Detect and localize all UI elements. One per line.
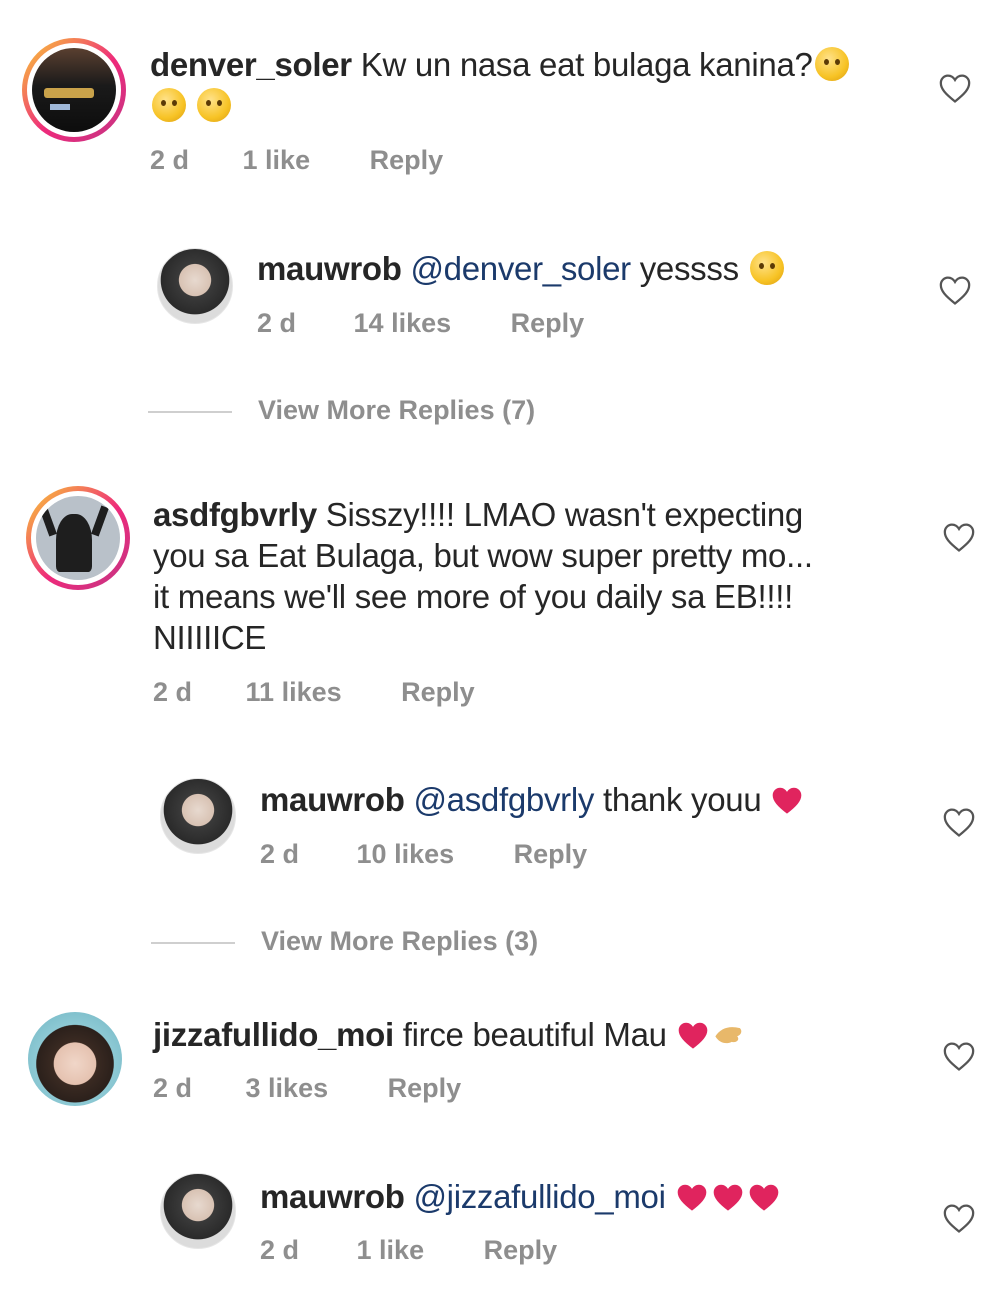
username[interactable]: mauwrob (257, 250, 402, 287)
comment-meta: 2 d 1 like Reply (150, 145, 443, 176)
view-more-replies-button[interactable]: View More Replies (3) (151, 926, 538, 957)
avatar[interactable] (22, 38, 126, 142)
heart-emoji-icon (772, 787, 802, 814)
likes-count[interactable]: 10 likes (357, 839, 455, 870)
comment-body: Kw un nasa eat bulaga kanina? (360, 46, 813, 83)
heart-outline-icon[interactable] (942, 1202, 976, 1234)
reply-button[interactable]: Reply (370, 145, 444, 176)
smiling-face-icon (814, 47, 849, 81)
username[interactable]: jizzafullido_moi (153, 1016, 394, 1053)
comment-body: firce beautiful Mau (402, 1016, 667, 1053)
comment-meta: 2 d 10 likes Reply (260, 839, 587, 870)
heart-outline-icon[interactable] (938, 72, 972, 104)
timestamp: 2 d (150, 145, 190, 175)
likes-count[interactable]: 14 likes (354, 308, 452, 339)
smiling-face-icon (152, 88, 186, 122)
comment-text: denver_soler Kw un nasa eat bulaga kanin… (150, 44, 910, 126)
username[interactable]: mauwrob (260, 1178, 405, 1215)
timestamp: 2 d (153, 677, 193, 707)
reply-button[interactable]: Reply (514, 839, 588, 870)
divider (148, 410, 232, 413)
view-more-replies-button[interactable]: View More Replies (7) (148, 395, 535, 426)
avatar[interactable] (157, 248, 233, 324)
comment-text: jizzafullido_moi firce beautiful Mau (153, 1014, 913, 1055)
avatar[interactable] (160, 1173, 236, 1249)
mention-link[interactable]: @asdfgbvrly (413, 781, 594, 818)
comment-meta: 2 d 11 likes Reply (153, 677, 475, 708)
mention-link[interactable]: @jizzafullido_moi (413, 1178, 665, 1215)
mention-link[interactable]: @denver_soler (410, 250, 631, 287)
comment-body: thank youu (602, 781, 762, 818)
comment-text: mauwrob @jizzafullido_moi (260, 1176, 900, 1217)
comment-text: mauwrob @denver_soler yessss (257, 248, 897, 289)
heart-emoji-icon (749, 1184, 778, 1211)
hug-face-icon (749, 251, 784, 285)
likes-count[interactable]: 1 like (243, 145, 311, 176)
comment-body-line4: NIIIIICE (153, 619, 267, 656)
timestamp: 2 d (257, 308, 297, 338)
avatar[interactable] (160, 778, 236, 854)
heart-outline-icon[interactable] (942, 521, 976, 553)
timestamp: 2 d (153, 1073, 193, 1103)
username[interactable]: mauwrob (260, 781, 405, 818)
comment-meta: 2 d 1 like Reply (260, 1235, 557, 1266)
likes-count[interactable]: 1 like (357, 1235, 425, 1266)
heart-emoji-icon (678, 1022, 707, 1049)
likes-count[interactable]: 11 likes (246, 677, 342, 708)
timestamp: 2 d (260, 1235, 300, 1265)
heart-outline-icon[interactable] (938, 274, 972, 306)
divider (151, 941, 235, 944)
comment-meta: 2 d 3 likes Reply (153, 1073, 461, 1104)
avatar[interactable] (28, 1012, 122, 1106)
reply-button[interactable]: Reply (511, 308, 585, 339)
comment-meta: 2 d 14 likes Reply (257, 308, 584, 339)
comment-body-line1: Sisszy!!!! LMAO wasn't expecting (325, 496, 804, 533)
comment-text: asdfgbvrly Sisszy!!!! LMAO wasn't expect… (153, 494, 943, 658)
comment-body-line2: you sa Eat Bulaga, but wow super pretty … (153, 537, 813, 574)
username[interactable]: denver_soler (150, 46, 352, 83)
heart-outline-icon[interactable] (942, 1040, 976, 1072)
kiss-face-icon (196, 88, 231, 122)
username[interactable]: asdfgbvrly (153, 496, 317, 533)
reply-button[interactable]: Reply (401, 677, 475, 708)
comment-body: yessss (639, 250, 739, 287)
comment-text: mauwrob @asdfgbvrly thank youu (260, 779, 900, 820)
timestamp: 2 d (260, 839, 300, 869)
heart-emoji-icon (713, 1184, 742, 1211)
view-more-label: View More Replies (3) (261, 926, 539, 956)
view-more-label: View More Replies (7) (258, 395, 536, 425)
hand-emoji-icon (714, 1027, 741, 1044)
reply-button[interactable]: Reply (388, 1073, 462, 1104)
heart-emoji-icon (677, 1184, 706, 1211)
avatar[interactable] (26, 486, 130, 590)
reply-button[interactable]: Reply (484, 1235, 558, 1266)
comment-body-line3: it means we'll see more of you daily sa … (153, 578, 793, 615)
heart-outline-icon[interactable] (942, 806, 976, 838)
likes-count[interactable]: 3 likes (246, 1073, 329, 1104)
